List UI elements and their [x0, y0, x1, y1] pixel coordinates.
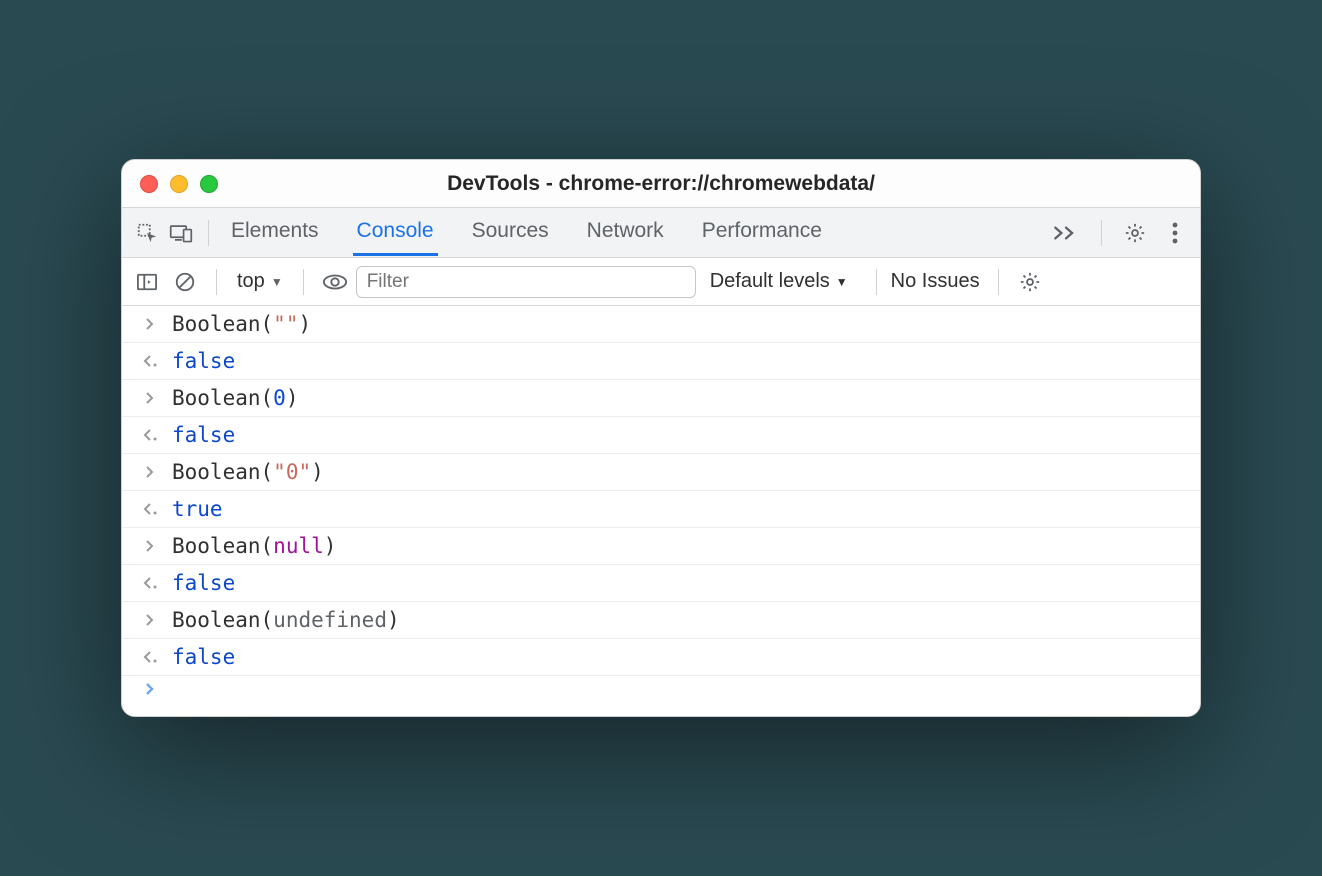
- result-icon: [138, 428, 162, 442]
- levels-label: Default levels: [710, 270, 830, 293]
- divider: [998, 269, 999, 295]
- tab-console[interactable]: Console: [353, 209, 438, 256]
- toggle-sidebar-icon[interactable]: [130, 265, 164, 299]
- prompt-icon: [138, 317, 162, 331]
- result-icon: [138, 576, 162, 590]
- code-text: Boolean("0"): [172, 460, 324, 484]
- console-output-row: false: [122, 417, 1200, 454]
- console-log: Boolean("") false Boolean(0) false Boolean("…: [122, 306, 1200, 716]
- code-text: Boolean(null): [172, 534, 336, 558]
- prompt-icon: [138, 613, 162, 627]
- gear-icon[interactable]: [1118, 216, 1152, 250]
- tab-elements[interactable]: Elements: [227, 209, 323, 256]
- console-toolbar: top ▼ Default levels ▼ No Issues: [122, 258, 1200, 306]
- divider: [1101, 220, 1102, 246]
- code-text: Boolean(""): [172, 312, 311, 336]
- code-text: false: [172, 349, 235, 373]
- inspect-element-icon[interactable]: [130, 216, 164, 250]
- toggle-device-toolbar-icon[interactable]: [164, 216, 198, 250]
- window-title: DevTools - chrome-error://chromewebdata/: [122, 172, 1200, 196]
- code-text: true: [172, 497, 223, 521]
- kebab-menu-icon[interactable]: [1158, 216, 1192, 250]
- console-prompt-row[interactable]: [122, 676, 1200, 702]
- divider: [208, 220, 209, 246]
- tab-network[interactable]: Network: [583, 209, 668, 256]
- gear-icon[interactable]: [1013, 265, 1047, 299]
- tab-sources[interactable]: Sources: [468, 209, 553, 256]
- console-input-row: Boolean(""): [122, 306, 1200, 343]
- context-label: top: [237, 270, 265, 293]
- code-text: Boolean(0): [172, 386, 298, 410]
- console-output-row: true: [122, 491, 1200, 528]
- code-text: false: [172, 645, 235, 669]
- console-input-row: Boolean(undefined): [122, 602, 1200, 639]
- js-context-selector[interactable]: top ▼: [231, 270, 289, 293]
- issues-label: No Issues: [891, 270, 980, 293]
- minimize-window-button[interactable]: [170, 175, 188, 193]
- code-text: false: [172, 423, 235, 447]
- log-levels-selector[interactable]: Default levels ▼: [710, 270, 848, 293]
- divider: [303, 269, 304, 295]
- console-input-row: Boolean(0): [122, 380, 1200, 417]
- result-icon: [138, 502, 162, 516]
- maximize-window-button[interactable]: [200, 175, 218, 193]
- code-text: Boolean(undefined): [172, 608, 400, 632]
- tabs: Elements Console Sources Network Performance: [227, 209, 826, 256]
- filter-input[interactable]: [356, 266, 696, 298]
- clear-console-icon[interactable]: [168, 265, 202, 299]
- divider: [216, 269, 217, 295]
- chevron-down-icon: ▼: [271, 275, 283, 289]
- chevron-down-icon: ▼: [836, 275, 848, 289]
- devtools-window: DevTools - chrome-error://chromewebdata/…: [121, 159, 1201, 717]
- result-icon: [138, 354, 162, 368]
- code-text: false: [172, 571, 235, 595]
- prompt-icon: [138, 465, 162, 479]
- prompt-icon: [138, 682, 162, 696]
- tab-performance[interactable]: Performance: [698, 209, 826, 256]
- devtools-tabbar: Elements Console Sources Network Performance: [122, 208, 1200, 258]
- titlebar: DevTools - chrome-error://chromewebdata/: [122, 160, 1200, 208]
- console-output-row: false: [122, 343, 1200, 380]
- prompt-icon: [138, 539, 162, 553]
- more-tabs-icon[interactable]: [1047, 224, 1085, 242]
- result-icon: [138, 650, 162, 664]
- close-window-button[interactable]: [140, 175, 158, 193]
- console-output-row: false: [122, 639, 1200, 676]
- live-expression-icon[interactable]: [318, 265, 352, 299]
- divider: [876, 269, 877, 295]
- traffic-lights: [140, 175, 218, 193]
- console-output-row: false: [122, 565, 1200, 602]
- prompt-icon: [138, 391, 162, 405]
- console-input-row: Boolean("0"): [122, 454, 1200, 491]
- console-input-row: Boolean(null): [122, 528, 1200, 565]
